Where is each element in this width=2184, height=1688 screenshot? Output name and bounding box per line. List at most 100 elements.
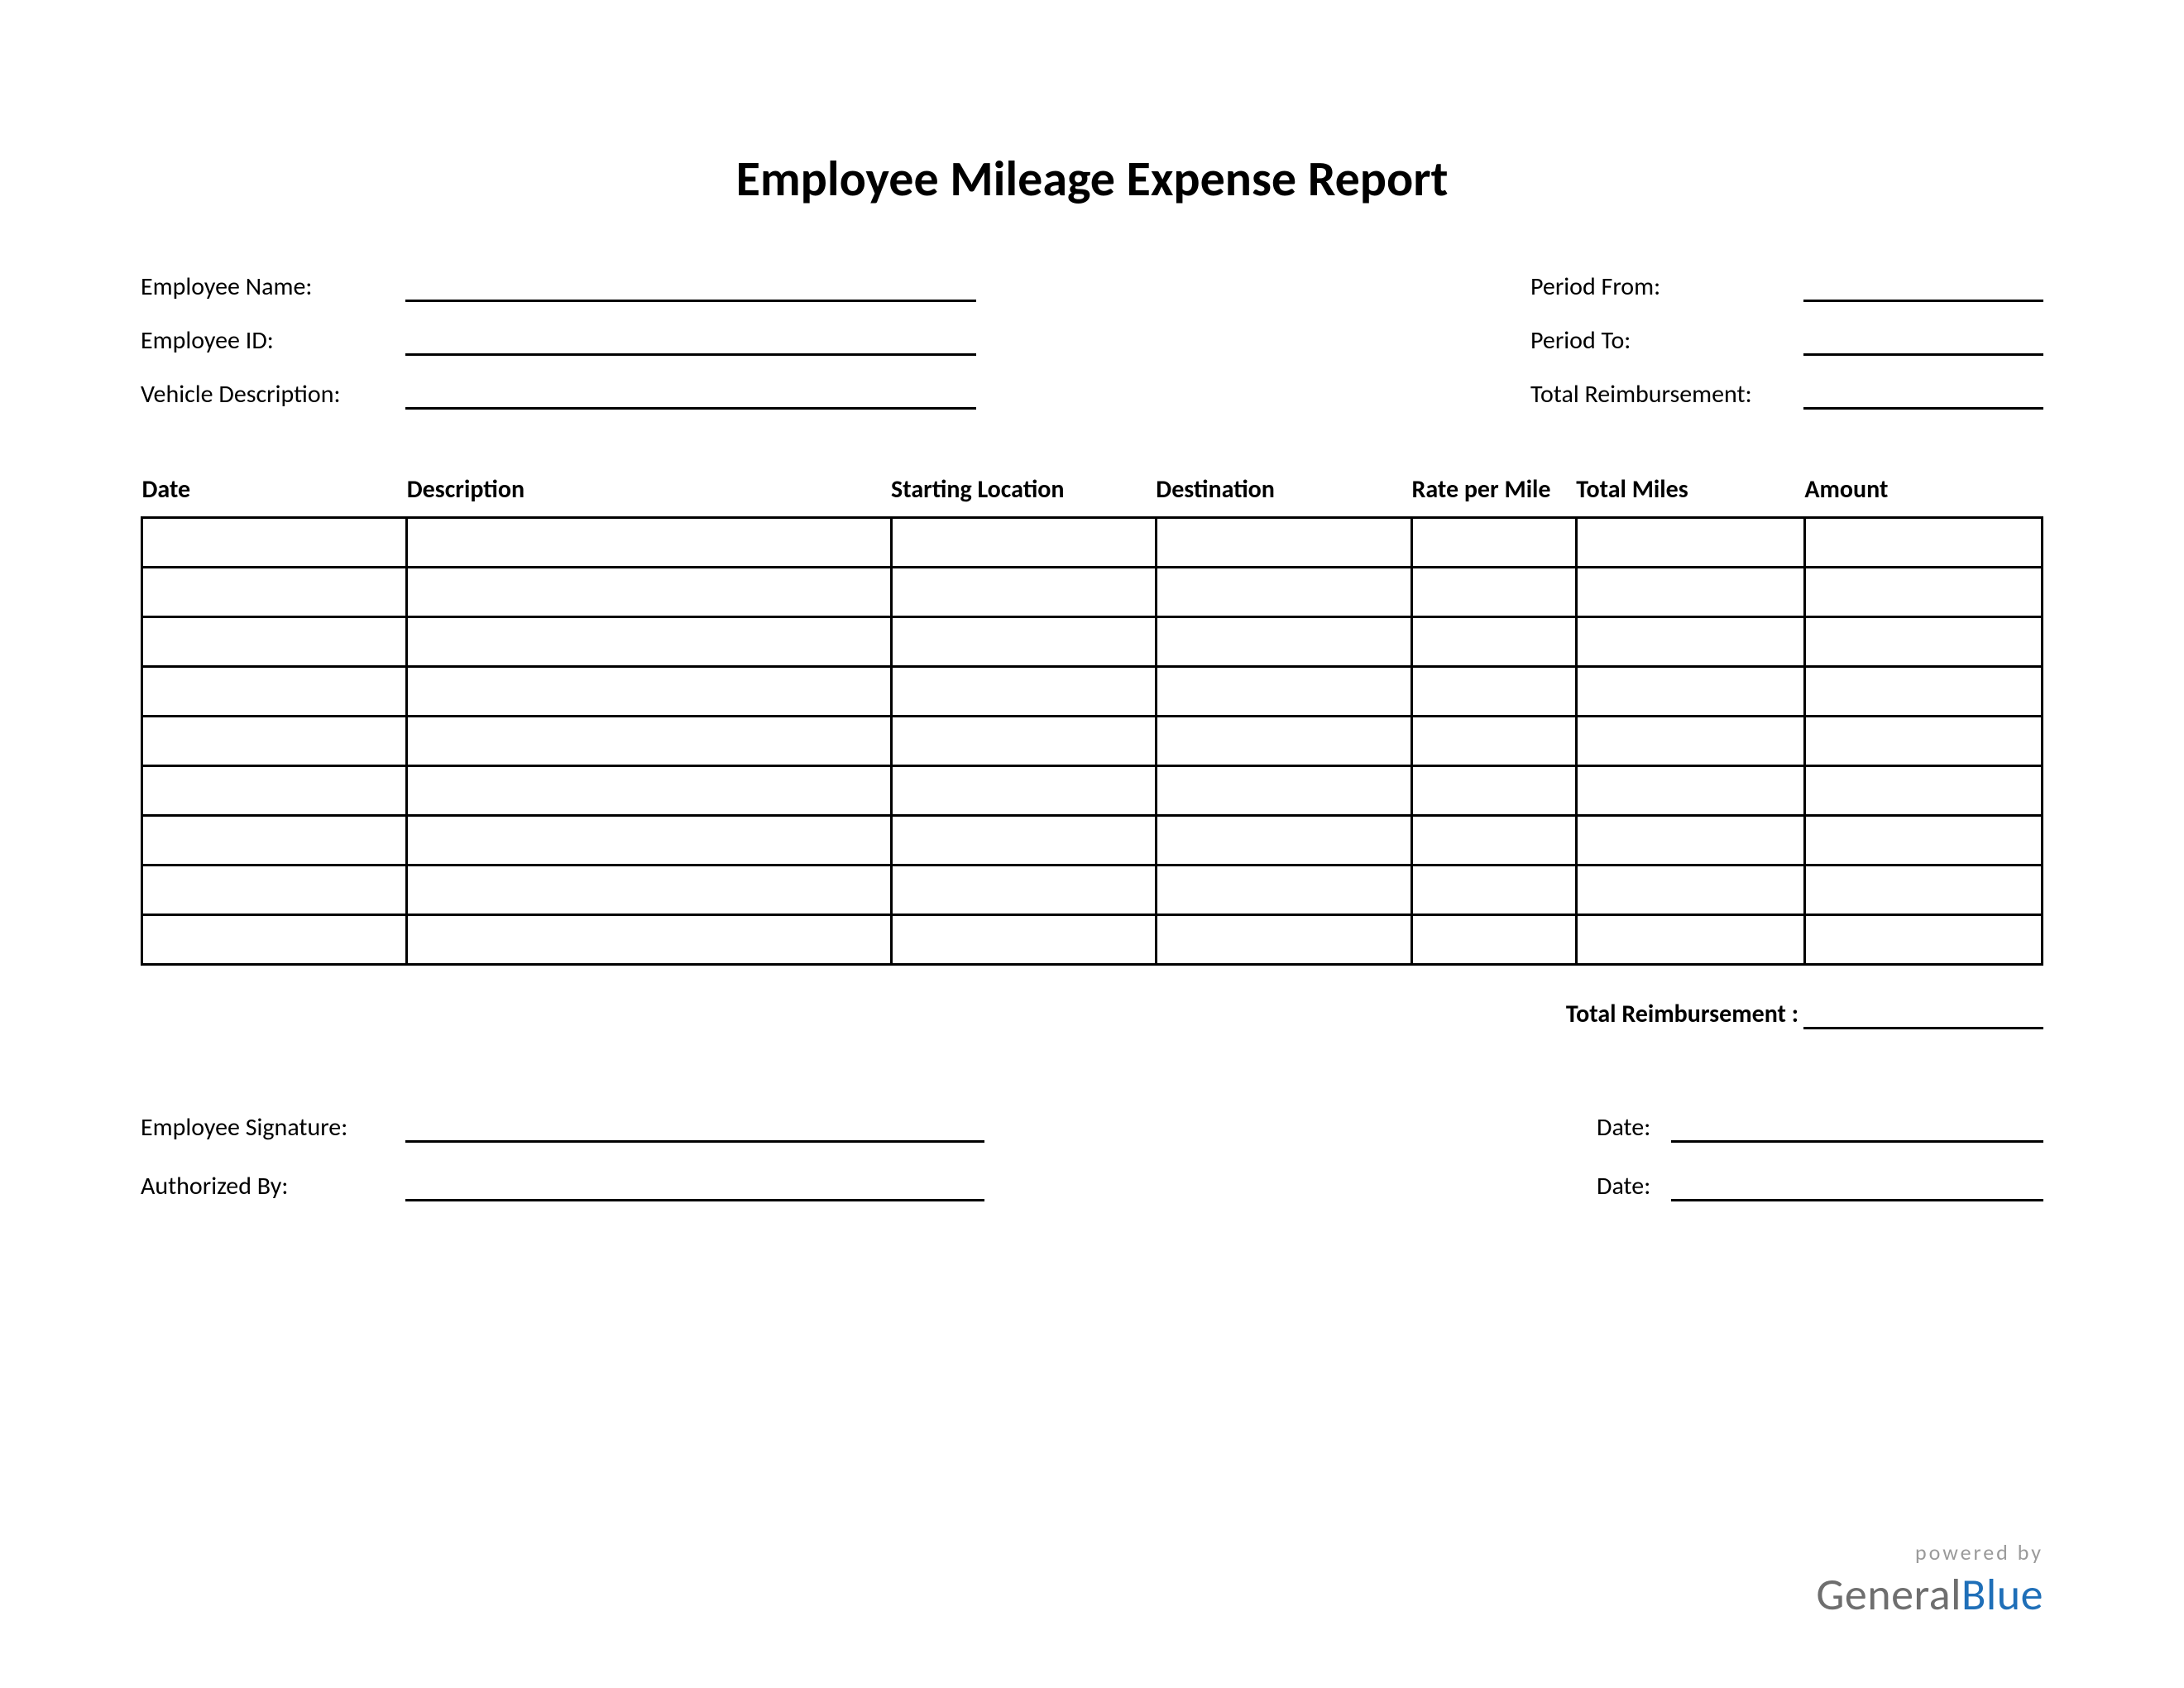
cell-amount[interactable] <box>1804 616 2042 666</box>
branding-powered-by: powered by <box>1816 1539 2043 1566</box>
branding-logo: powered by GeneralBlue <box>1816 1539 2043 1622</box>
cell-description[interactable] <box>407 666 891 716</box>
cell-date[interactable] <box>142 865 407 914</box>
cell-description[interactable] <box>407 716 891 765</box>
label-period-from: Period From: <box>1530 271 1803 302</box>
cell-date[interactable] <box>142 666 407 716</box>
cell-destination[interactable] <box>1156 666 1411 716</box>
cell-starting_location[interactable] <box>891 865 1156 914</box>
cell-amount[interactable] <box>1804 517 2042 567</box>
cell-total_miles[interactable] <box>1576 716 1804 765</box>
label-signature-date-2: Date: <box>1597 1171 1671 1201</box>
input-vehicle-description[interactable] <box>405 385 976 410</box>
cell-description[interactable] <box>407 517 891 567</box>
cell-starting_location[interactable] <box>891 914 1156 964</box>
cell-rate_per_mile[interactable] <box>1411 716 1576 765</box>
input-signature-date-1[interactable] <box>1671 1118 2043 1143</box>
cell-rate_per_mile[interactable] <box>1411 517 1576 567</box>
cell-total_miles[interactable] <box>1576 815 1804 865</box>
input-authorized-by[interactable] <box>405 1177 984 1201</box>
cell-destination[interactable] <box>1156 616 1411 666</box>
cell-starting_location[interactable] <box>891 716 1156 765</box>
cell-rate_per_mile[interactable] <box>1411 567 1576 616</box>
cell-date[interactable] <box>142 914 407 964</box>
cell-amount[interactable] <box>1804 914 2042 964</box>
branding-name-part-a: General <box>1816 1567 1961 1622</box>
input-employee-id[interactable] <box>405 331 976 356</box>
cell-rate_per_mile[interactable] <box>1411 865 1576 914</box>
cell-amount[interactable] <box>1804 765 2042 815</box>
cell-date[interactable] <box>142 567 407 616</box>
field-employee-name: Employee Name: <box>141 271 976 302</box>
cell-destination[interactable] <box>1156 815 1411 865</box>
table-row <box>142 914 2043 964</box>
cell-rate_per_mile[interactable] <box>1411 914 1576 964</box>
table-row <box>142 616 2043 666</box>
input-period-from[interactable] <box>1803 277 2043 302</box>
cell-total_miles[interactable] <box>1576 616 1804 666</box>
cell-starting_location[interactable] <box>891 765 1156 815</box>
cell-starting_location[interactable] <box>891 616 1156 666</box>
cell-destination[interactable] <box>1156 517 1411 567</box>
th-total-miles: Total Miles <box>1576 476 1804 517</box>
label-employee-name: Employee Name: <box>141 271 405 302</box>
input-total-reimbursement-bottom[interactable] <box>1803 1003 2043 1029</box>
cell-description[interactable] <box>407 616 891 666</box>
table-row <box>142 716 2043 765</box>
cell-description[interactable] <box>407 567 891 616</box>
field-total-reimbursement-top: Total Reimbursement: <box>1530 379 2043 410</box>
cell-destination[interactable] <box>1156 914 1411 964</box>
cell-destination[interactable] <box>1156 567 1411 616</box>
signature-left: Employee Signature: Authorized By: <box>141 1112 984 1201</box>
cell-starting_location[interactable] <box>891 517 1156 567</box>
label-total-reimbursement-bottom: Total Reimbursement : <box>1566 999 1803 1029</box>
table-row <box>142 567 2043 616</box>
cell-amount[interactable] <box>1804 666 2042 716</box>
cell-total_miles[interactable] <box>1576 914 1804 964</box>
cell-description[interactable] <box>407 914 891 964</box>
header-info-block: Employee Name: Employee ID: Vehicle Desc… <box>141 271 2043 410</box>
th-destination: Destination <box>1156 476 1411 517</box>
cell-destination[interactable] <box>1156 765 1411 815</box>
label-employee-signature: Employee Signature: <box>141 1112 405 1143</box>
field-signature-date-1: Date: <box>1597 1112 2043 1143</box>
cell-date[interactable] <box>142 815 407 865</box>
cell-total_miles[interactable] <box>1576 567 1804 616</box>
cell-rate_per_mile[interactable] <box>1411 666 1576 716</box>
cell-starting_location[interactable] <box>891 567 1156 616</box>
input-employee-name[interactable] <box>405 277 976 302</box>
field-authorized-by: Authorized By: <box>141 1171 984 1201</box>
cell-rate_per_mile[interactable] <box>1411 815 1576 865</box>
field-period-from: Period From: <box>1530 271 2043 302</box>
cell-destination[interactable] <box>1156 865 1411 914</box>
cell-amount[interactable] <box>1804 815 2042 865</box>
cell-description[interactable] <box>407 765 891 815</box>
cell-total_miles[interactable] <box>1576 865 1804 914</box>
cell-description[interactable] <box>407 865 891 914</box>
cell-date[interactable] <box>142 765 407 815</box>
cell-date[interactable] <box>142 517 407 567</box>
document-page: Employee Mileage Expense Report Employee… <box>0 0 2184 1201</box>
input-period-to[interactable] <box>1803 331 2043 356</box>
field-employee-id: Employee ID: <box>141 325 976 356</box>
input-signature-date-2[interactable] <box>1671 1177 2043 1201</box>
label-period-to: Period To: <box>1530 325 1803 356</box>
input-total-reimbursement-top[interactable] <box>1803 385 2043 410</box>
cell-rate_per_mile[interactable] <box>1411 616 1576 666</box>
cell-starting_location[interactable] <box>891 815 1156 865</box>
mileage-table: Date Description Starting Location Desti… <box>141 476 2043 966</box>
cell-amount[interactable] <box>1804 567 2042 616</box>
cell-starting_location[interactable] <box>891 666 1156 716</box>
table-row <box>142 865 2043 914</box>
cell-total_miles[interactable] <box>1576 517 1804 567</box>
cell-amount[interactable] <box>1804 716 2042 765</box>
cell-description[interactable] <box>407 815 891 865</box>
cell-destination[interactable] <box>1156 716 1411 765</box>
cell-date[interactable] <box>142 716 407 765</box>
cell-total_miles[interactable] <box>1576 765 1804 815</box>
cell-rate_per_mile[interactable] <box>1411 765 1576 815</box>
input-employee-signature[interactable] <box>405 1118 984 1143</box>
cell-amount[interactable] <box>1804 865 2042 914</box>
cell-date[interactable] <box>142 616 407 666</box>
cell-total_miles[interactable] <box>1576 666 1804 716</box>
